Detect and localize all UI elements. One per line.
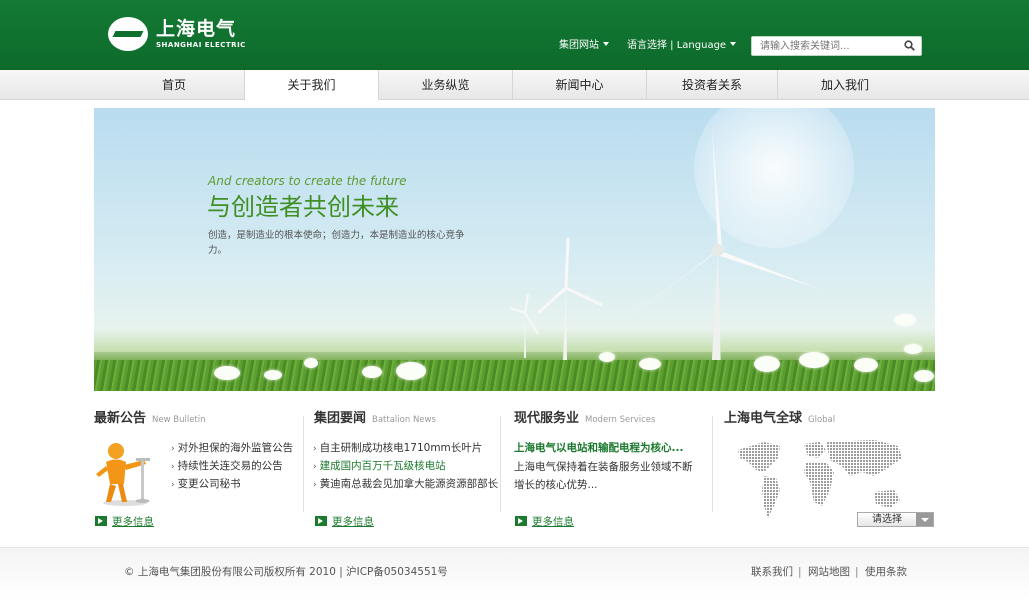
global-subtitle: Global [808,415,836,425]
services-section-title: 现代服务业 Modern Services [514,410,655,429]
arrow-icon: › [171,480,175,490]
bulletin-title: 最新公告 [94,411,147,426]
nav-item-business[interactable]: 业务纵览 [379,70,512,100]
orange-figure-illustration [96,443,150,506]
news-section-title: 集团要闻 Battalion News [314,410,436,429]
news-title: 集团要闻 [314,411,367,426]
bulletin-item[interactable]: › 对外担保的海外监管公告 [171,441,293,456]
footer-separator: | [855,566,859,578]
services-body: 上海电气保持着在装备服务业领域不断增长的核心优势... [514,461,693,491]
flower-decoration [639,358,661,370]
chevron-down-icon [916,513,933,526]
news-item-text: 建成国内百万千瓦级核电站 [319,460,446,472]
bulletin-item-text: 对外担保的海外监管公告 [177,442,294,454]
arrow-icon: › [313,480,317,490]
world-map-icon[interactable] [734,436,912,524]
arrow-right-icon [315,516,327,526]
arrow-right-icon [515,516,527,526]
column-divider [303,416,304,512]
arrow-icon: › [313,444,317,454]
flower-decoration [264,370,282,380]
nav-item-about[interactable]: 关于我们 [244,70,379,100]
news-more-link[interactable]: 更多信息 [315,515,374,529]
search-icon[interactable] [904,40,915,51]
flower-decoration [799,352,829,368]
search-input[interactable] [752,37,892,55]
group-sites-label: 集团网站 [559,40,599,51]
nav-item-home[interactable]: 首页 [104,70,244,100]
flower-decoration [854,358,878,372]
news-subtitle: Battalion News [372,415,436,425]
global-section-title: 上海电气全球 Global [724,410,835,429]
column-divider [712,416,713,512]
footer-link-contact[interactable]: 联系我们 [751,565,793,579]
language-label: 语言选择 | Language [627,40,727,51]
services-headline[interactable]: 上海电气以电站和输配电程为核心... [514,441,683,455]
services-more-label: 更多信息 [532,516,574,528]
news-item[interactable]: › 建成国内百万千瓦级核电站 [313,459,446,474]
shanghai-electric-logo[interactable]: 上海电气 SHANGHAI ELECTRIC [108,17,248,53]
news-more-label: 更多信息 [332,516,374,528]
services-subtitle: Modern Services [585,415,656,425]
copyright-text: © 上海电气集团股份有限公司版权所有 2010 | 沪ICP备05034551号 [124,566,448,578]
language-dropdown[interactable]: 语言选择 | Language [627,40,737,52]
banner-title: 与创造者共创未来 [207,193,399,221]
bulletin-subtitle: New Bulletin [152,415,206,425]
column-divider [500,416,501,512]
banner-description: 创造，是制造业的根本使命；创造力，本是制造业的核心竞争力。 [208,230,465,256]
arrow-icon: › [171,462,175,472]
region-select[interactable]: 请选择 [857,512,934,527]
flower-decoration [904,344,922,354]
bulletin-section-title: 最新公告 New Bulletin [94,410,206,429]
site-header: 上海电气 SHANGHAI ELECTRIC 集团网站 语言选择 | Langu… [0,0,1029,70]
search-box [751,36,922,56]
flower-decoration [362,366,382,378]
nav-item-investors[interactable]: 投资者关系 [647,70,777,100]
nav-item-join[interactable]: 加入我们 [778,70,912,100]
footer-link-sitemap[interactable]: 网站地图 [808,565,850,579]
site-footer: © 上海电气集团股份有限公司版权所有 2010 | 沪ICP备05034551号… [0,547,1029,600]
region-select-value: 请选择 [872,514,902,525]
bulletin-more-link[interactable]: 更多信息 [95,515,154,529]
flower-decoration [914,370,934,382]
chevron-down-icon [730,42,737,46]
chevron-down-icon [603,42,609,46]
footer-separator: | [798,566,802,578]
bulletin-item[interactable]: › 持续性关连交易的公告 [171,459,283,474]
main-navigation: 首页 关于我们 业务纵览 新闻中心 投资者关系 加入我们 [0,70,1029,100]
bulletin-item-text: 变更公司秘书 [177,478,241,490]
arrow-icon: › [171,444,175,454]
banner-english-tagline: And creators to create the future [208,174,407,188]
group-sites-dropdown[interactable]: 集团网站 [559,40,609,52]
news-item[interactable]: › 自主研制成功核电1710mm长叶片 [313,441,482,456]
logo-chinese-name: 上海电气 [156,18,237,40]
flower-decoration [214,366,240,380]
logo-emblem-icon [108,17,148,51]
news-item-text: 黄迪南总裁会见加拿大能源资源部部长 [319,478,499,490]
news-item[interactable]: › 黄迪南总裁会见加拿大能源资源部部长 [313,477,498,492]
bulletin-item[interactable]: › 变更公司秘书 [171,477,241,492]
flower-decoration [304,358,318,368]
bulletin-more-label: 更多信息 [112,516,154,528]
flower-decoration [754,356,780,372]
news-item-text: 自主研制成功核电1710mm长叶片 [319,442,483,454]
flower-decoration [396,362,426,380]
flower-decoration [599,352,615,362]
nav-item-news[interactable]: 新闻中心 [513,70,646,100]
hero-banner[interactable]: And creators to create the future 与创造者共创… [94,108,935,391]
logo-english-name: SHANGHAI ELECTRIC [156,41,246,49]
services-more-link[interactable]: 更多信息 [515,515,574,529]
footer-link-terms[interactable]: 使用条款 [865,565,907,579]
services-title: 现代服务业 [514,411,580,426]
arrow-icon: › [313,462,317,472]
bulletin-item-text: 持续性关连交易的公告 [177,460,283,472]
global-title: 上海电气全球 [724,411,803,426]
flower-decoration [894,314,916,326]
arrow-right-icon [95,516,107,526]
